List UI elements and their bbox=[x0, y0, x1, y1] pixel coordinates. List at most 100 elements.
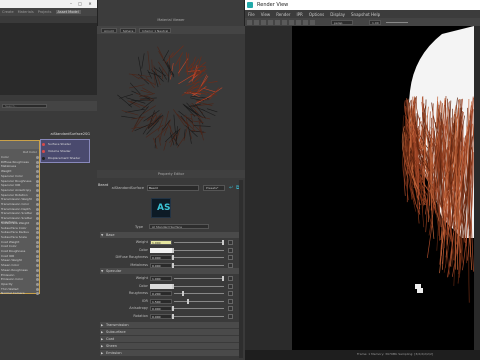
value-slider[interactable] bbox=[174, 249, 224, 251]
hair-strand bbox=[190, 95, 209, 99]
search-input[interactable] bbox=[2, 104, 47, 108]
map-button[interactable] bbox=[228, 240, 233, 245]
value-slider[interactable] bbox=[174, 242, 224, 243]
map-button[interactable] bbox=[228, 262, 233, 268]
material-name-field[interactable]: Beard bbox=[147, 185, 199, 191]
displacement-shader-pin[interactable]: Displacement Shader bbox=[41, 156, 89, 161]
shader-attribute-row[interactable]: Normal Camera bbox=[0, 291, 39, 296]
type-dropdown[interactable]: AI Standard Surface bbox=[149, 224, 209, 229]
section-base[interactable]: Base bbox=[100, 232, 240, 238]
field-value[interactable]: 0.000 bbox=[150, 255, 172, 260]
render-view-scrollbar[interactable] bbox=[474, 26, 480, 350]
hair-strand bbox=[193, 125, 211, 127]
slider-handle[interactable] bbox=[172, 247, 174, 253]
shader-node[interactable]: Out Color Color Diffuse Roughness Metalnes… bbox=[0, 140, 40, 296]
color-swatch[interactable] bbox=[150, 283, 172, 289]
value-slider[interactable] bbox=[174, 300, 224, 302]
maximize-icon[interactable]: □ bbox=[77, 1, 83, 6]
section-emission[interactable]: Emission bbox=[100, 350, 240, 356]
material-browser[interactable] bbox=[0, 23, 97, 95]
refresh-icon[interactable] bbox=[261, 19, 266, 25]
field-value[interactable]: 0.000 bbox=[150, 306, 172, 311]
value-slider[interactable] bbox=[174, 278, 224, 279]
field-label: Anisotropy bbox=[129, 306, 148, 310]
map-button[interactable] bbox=[228, 298, 233, 304]
menu-snapshot-help[interactable]: Snapshot Help bbox=[351, 12, 380, 17]
shape-dropdown[interactable]: Sphere bbox=[119, 27, 137, 33]
minimize-icon[interactable]: – bbox=[68, 1, 74, 6]
slider-handle[interactable] bbox=[172, 255, 174, 260]
map-button[interactable] bbox=[228, 276, 233, 281]
slider-handle[interactable] bbox=[182, 291, 184, 296]
field-value[interactable]: 1.000 bbox=[150, 240, 172, 245]
map-button[interactable] bbox=[228, 255, 233, 260]
menu-options[interactable]: Options bbox=[309, 12, 324, 17]
field-value[interactable]: 0.000 bbox=[150, 313, 172, 319]
zoom-fit-icon[interactable] bbox=[310, 19, 315, 25]
section-subsurface[interactable]: Subsurface bbox=[100, 329, 240, 335]
presets-button[interactable]: Presets* bbox=[203, 185, 225, 191]
hair-strand bbox=[199, 89, 217, 96]
tab-materials[interactable]: Materials bbox=[18, 10, 34, 14]
map-button[interactable] bbox=[228, 313, 233, 319]
environment-dropdown[interactable]: Interior 1 Neutral bbox=[139, 27, 172, 33]
shading-group-body: Surface Shader Volume Shader Displacemen… bbox=[40, 139, 90, 163]
render-image[interactable] bbox=[292, 26, 475, 350]
map-button[interactable] bbox=[228, 247, 233, 253]
value-slider[interactable] bbox=[174, 315, 224, 317]
render-icon[interactable] bbox=[247, 19, 252, 25]
map-button[interactable] bbox=[228, 306, 233, 311]
value-slider[interactable] bbox=[174, 257, 224, 258]
menu-view[interactable]: View bbox=[261, 12, 271, 17]
value-slider[interactable] bbox=[174, 264, 224, 266]
shader-node-header bbox=[0, 141, 39, 149]
region-icon[interactable] bbox=[268, 19, 273, 25]
camera-dropdown[interactable]: persp bbox=[331, 19, 353, 25]
hair-strand bbox=[174, 52, 183, 67]
color-swatch[interactable] bbox=[150, 247, 172, 253]
section-coat[interactable]: Coat bbox=[100, 336, 240, 342]
slider-handle[interactable] bbox=[172, 262, 174, 268]
section-sheen[interactable]: Sheen bbox=[100, 343, 240, 349]
channel-alpha-icon[interactable] bbox=[303, 19, 308, 25]
zoom-field[interactable]: 1.00 bbox=[369, 19, 381, 25]
tab-projects[interactable]: Projects bbox=[38, 10, 52, 14]
menu-file[interactable]: File bbox=[248, 12, 255, 17]
snapshot-icon[interactable] bbox=[275, 19, 280, 25]
field-value[interactable]: 0.200 bbox=[150, 291, 172, 296]
exposure-slider[interactable] bbox=[386, 21, 408, 23]
remove-image-icon[interactable] bbox=[289, 19, 294, 25]
hair-strand bbox=[163, 58, 173, 76]
slider-handle[interactable] bbox=[172, 283, 174, 289]
hair-strand bbox=[208, 81, 218, 83]
field-value[interactable]: 0.000 bbox=[150, 262, 172, 268]
shading-group-node[interactable]: aiStandardSurface2SG Surface Shader Volu… bbox=[40, 132, 90, 164]
slider-handle[interactable] bbox=[187, 298, 189, 304]
field-value[interactable]: 1.000 bbox=[150, 276, 172, 281]
menu-display[interactable]: Display bbox=[330, 12, 345, 17]
tab-asset-model[interactable]: Asset Model bbox=[55, 10, 81, 14]
ipr-icon[interactable] bbox=[254, 19, 259, 25]
map-button[interactable] bbox=[228, 291, 233, 296]
menu-ipr[interactable]: IPR bbox=[296, 12, 302, 17]
section-specular[interactable]: Specular bbox=[100, 268, 240, 274]
slider-handle[interactable] bbox=[222, 240, 224, 245]
focus-icon[interactable]: ↵ bbox=[229, 185, 233, 191]
value-slider[interactable] bbox=[174, 308, 224, 309]
property-scrollbar[interactable] bbox=[239, 180, 243, 358]
map-button[interactable] bbox=[228, 283, 233, 289]
keep-image-icon[interactable] bbox=[282, 19, 287, 25]
surface-shader-pin[interactable]: Surface Shader bbox=[41, 142, 89, 147]
channel-rgb-icon[interactable] bbox=[296, 19, 301, 25]
slider-handle[interactable] bbox=[172, 313, 174, 319]
close-icon[interactable]: ✕ bbox=[87, 1, 93, 6]
menu-render[interactable]: Render bbox=[276, 12, 290, 17]
slider-handle[interactable] bbox=[172, 306, 174, 311]
slider-handle[interactable] bbox=[222, 276, 224, 281]
value-slider[interactable] bbox=[174, 285, 224, 287]
section-transmission[interactable]: Transmission bbox=[100, 322, 240, 328]
tab-create[interactable]: Create bbox=[2, 10, 14, 14]
renderer-dropdown[interactable]: Arnold bbox=[101, 27, 117, 33]
volume-shader-pin[interactable]: Volume Shader bbox=[41, 149, 89, 154]
field-value[interactable]: 1.500 bbox=[150, 298, 172, 304]
